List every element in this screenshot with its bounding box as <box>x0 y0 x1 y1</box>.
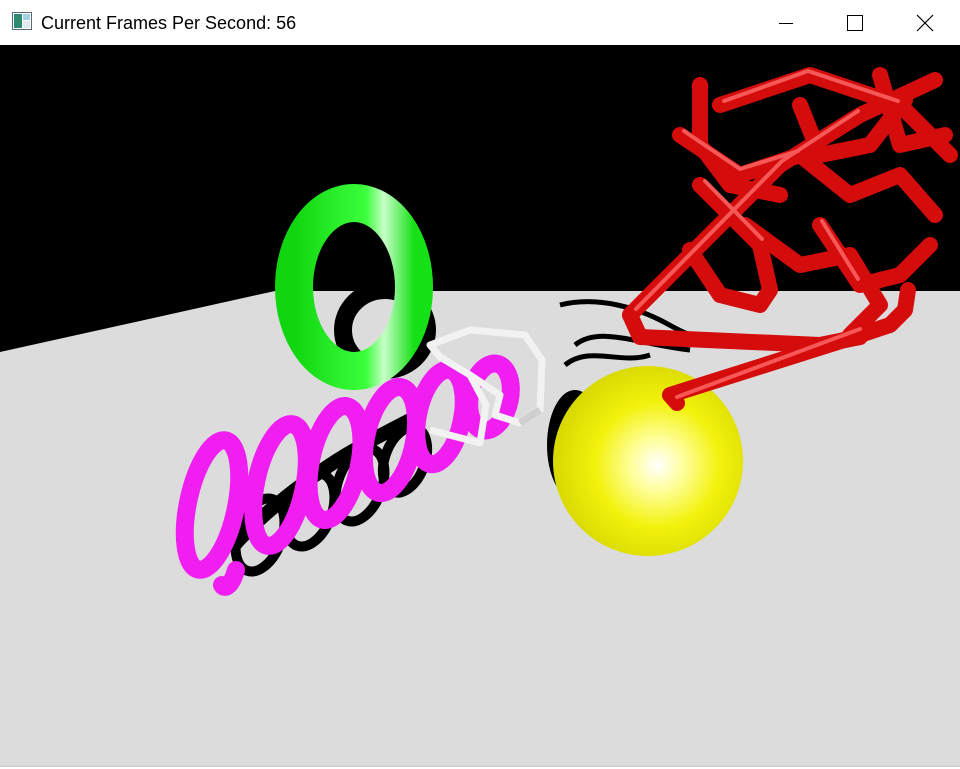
render-viewport[interactable] <box>0 45 960 766</box>
title-bar[interactable]: Current Frames Per Second: 56 <box>0 0 960 45</box>
window-title: Current Frames Per Second: 56 <box>41 13 297 33</box>
maximize-button[interactable] <box>820 0 890 45</box>
maximize-icon <box>847 14 863 31</box>
app-window-icon <box>12 12 32 30</box>
close-icon <box>916 14 934 31</box>
yellow-sphere <box>553 366 743 556</box>
close-button[interactable] <box>890 0 960 45</box>
scene-canvas <box>0 67 960 766</box>
minimize-button[interactable] <box>751 0 821 45</box>
app-window: Current Frames Per Second: 56 <box>0 0 960 769</box>
minimize-icon <box>779 22 793 24</box>
